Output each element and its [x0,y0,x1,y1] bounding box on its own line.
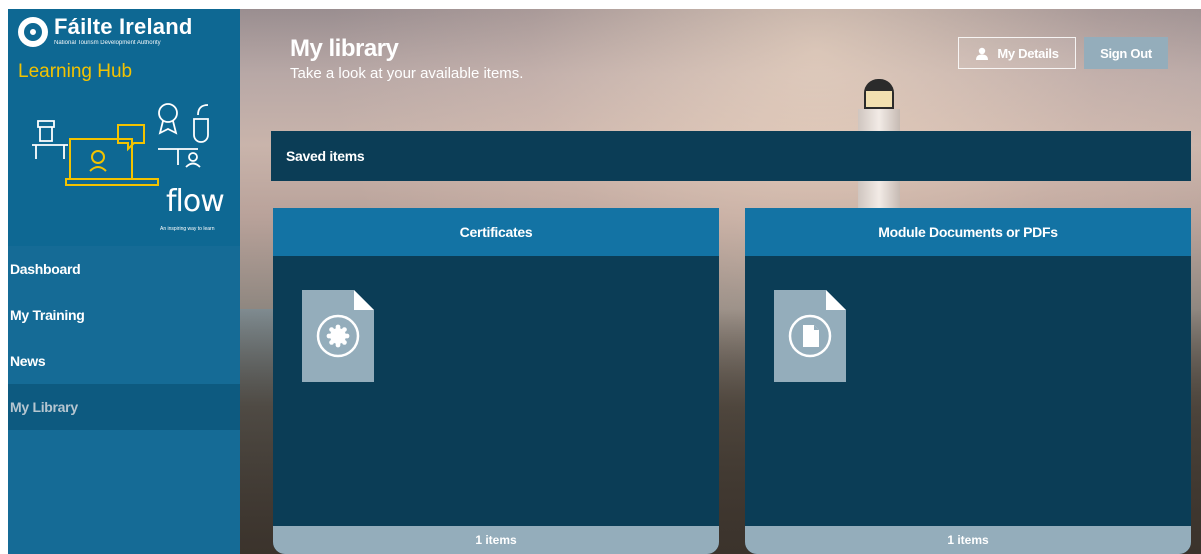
document-icon[interactable] [774,290,846,382]
sidebar-item-news[interactable]: News [8,338,240,384]
item-count-label: 1 items [947,533,989,547]
sidebar-item-label: My Library [10,399,78,415]
my-details-button[interactable]: My Details [958,37,1076,69]
sidebar-item-label: Dashboard [10,261,81,277]
card-title: Certificates [459,224,533,240]
card-title: Module Documents or PDFs [878,224,1058,240]
sidebar-item-label: My Training [10,307,85,323]
certificates-card[interactable]: Certificates 1 items [273,208,719,554]
failte-ireland-logo-icon [18,17,48,47]
main-content: My library Take a look at your available… [240,9,1201,554]
card-item-count: 1 items [273,526,719,554]
saved-items-title: Saved items [286,148,365,164]
brand-logo[interactable]: Fáilte Ireland National Tourism Developm… [18,15,193,47]
sign-out-label: Sign Out [1100,45,1152,61]
logo-block: Fáilte Ireland National Tourism Developm… [8,9,240,246]
learning-illustration-icon [32,103,209,186]
certificate-seal-icon[interactable] [302,290,374,382]
flow-wordmark: flow [166,184,225,219]
sidebar-item-dashboard[interactable]: Dashboard [8,246,240,292]
sign-out-button[interactable]: Sign Out [1084,37,1168,69]
brand-name: Fáilte Ireland [54,14,193,39]
flow-tagline: An inspiring way to learn [160,226,215,232]
card-header: Module Documents or PDFs [745,208,1191,256]
page-title: My library [290,35,399,62]
card-header: Certificates [273,208,719,256]
card-item-count: 1 items [745,526,1191,554]
sidebar-item-label: News [10,353,46,369]
learning-hub-title: Learning Hub [18,61,133,82]
item-count-label: 1 items [475,533,517,547]
user-icon [976,47,989,60]
my-details-label: My Details [997,45,1059,61]
saved-items-bar[interactable]: Saved items [271,131,1191,181]
page-subtitle: Take a look at your available items. [290,65,524,82]
sidebar-item-my-training[interactable]: My Training [8,292,240,338]
module-documents-card[interactable]: Module Documents or PDFs 1 items [745,208,1191,554]
sidebar: Fáilte Ireland National Tourism Developm… [8,9,240,554]
sidebar-nav: Dashboard My Training News My Library [8,246,240,430]
brand-subtitle: National Tourism Development Authority [54,40,161,46]
sidebar-item-my-library[interactable]: My Library [8,384,240,430]
